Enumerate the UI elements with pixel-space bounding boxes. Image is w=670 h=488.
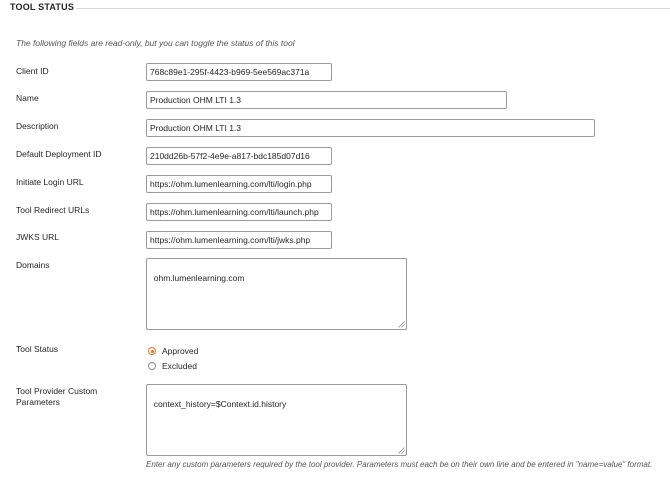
deployment-id-label: Default Deployment ID	[16, 149, 102, 159]
radio-approved-label: Approved	[162, 346, 199, 356]
name-label: Name	[16, 93, 39, 103]
custom-params-label: Tool Provider Custom Parameters	[16, 386, 97, 408]
radio-approved[interactable]: Approved	[148, 345, 198, 357]
redirect-urls-label: Tool Redirect URLs	[16, 205, 90, 215]
redirect-urls-field[interactable]: https://ohm.lumenlearning.com/lti/launch…	[146, 203, 332, 221]
resize-grip-icon[interactable]	[398, 321, 405, 328]
client-id-label: Client ID	[16, 66, 49, 76]
description-field[interactable]: Production OHM LTI 1.3	[146, 119, 595, 137]
jwks-url-label: JWKS URL	[16, 232, 59, 242]
intro-text: The following fields are read-only, but …	[16, 38, 295, 48]
domains-value: ohm.lumenlearning.com	[153, 273, 245, 283]
client-id-field[interactable]: 768c89e1-295f-4423-b969-5ee569ac371a	[146, 63, 332, 81]
section-title: TOOL STATUS	[10, 2, 75, 12]
radio-excluded-label: Excluded	[162, 361, 197, 371]
login-url-label: Initiate Login URL	[16, 177, 84, 187]
jwks-url-field[interactable]: https://ohm.lumenlearning.com/lti/jwks.p…	[146, 231, 332, 249]
section-divider	[76, 8, 670, 9]
deployment-id-field[interactable]: 210dd26b-57f2-4e9e-a817-bdc185d07d16	[146, 147, 332, 165]
tool-status-label: Tool Status	[16, 344, 59, 354]
domains-textarea[interactable]: ohm.lumenlearning.com	[146, 258, 407, 330]
resize-grip-icon[interactable]	[398, 447, 405, 454]
login-url-field[interactable]: https://ohm.lumenlearning.com/lti/login.…	[146, 175, 332, 193]
custom-params-textarea[interactable]: context_history=$Context.id.history	[146, 384, 407, 456]
radio-approved-button[interactable]	[148, 347, 156, 355]
custom-params-help-text: Enter any custom parameters required by …	[146, 460, 653, 469]
description-label: Description	[16, 121, 59, 131]
custom-params-label-line1: Tool Provider Custom	[16, 386, 98, 396]
domains-label: Domains	[16, 260, 50, 270]
custom-params-label-line2: Parameters	[16, 397, 60, 407]
radio-excluded-button[interactable]	[148, 362, 156, 370]
custom-params-value: context_history=$Context.id.history	[153, 399, 287, 409]
name-field[interactable]: Production OHM LTI 1.3	[146, 91, 507, 109]
radio-excluded[interactable]: Excluded	[148, 360, 197, 372]
section-header: TOOL STATUS	[0, 0, 670, 16]
